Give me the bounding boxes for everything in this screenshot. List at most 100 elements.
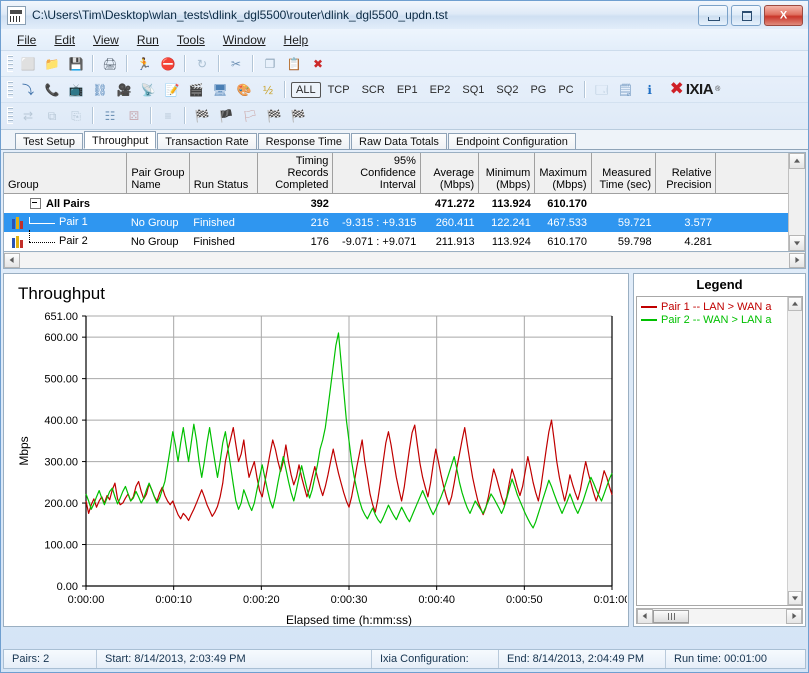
replicate-pair-icon[interactable]: ⎘ <box>65 105 87 126</box>
filter-pg-button[interactable]: PG <box>525 83 551 97</box>
report-icon[interactable]: 🗒 <box>615 79 637 100</box>
tab-response-time[interactable]: Response Time <box>257 133 351 149</box>
throughput-chart[interactable]: Throughput 0.00 100.00 200.00 300.00 400.00 5… <box>3 273 629 627</box>
paste-icon[interactable]: 📋 <box>283 53 305 74</box>
filter-ep1-button[interactable]: EP1 <box>392 83 423 97</box>
tab-transaction-rate[interactable]: Transaction Rate <box>157 133 257 149</box>
add-pair-icon[interactable]: ⤵ <box>17 79 39 100</box>
filter-tcp-button[interactable]: TCP <box>323 83 355 97</box>
legend-scroll-right-icon[interactable] <box>786 608 802 624</box>
cut-icon[interactable]: ✂ <box>225 53 247 74</box>
edit-script-icon[interactable]: 📝 <box>161 79 183 100</box>
scroll-up-icon[interactable] <box>789 153 805 169</box>
swap-endpoints-icon[interactable]: ⇄ <box>17 105 39 126</box>
run-partial-icon[interactable]: 🏳 <box>239 105 261 126</box>
add-pair-phone-icon[interactable]: 📞 <box>41 79 63 100</box>
duplicate-pair-icon[interactable]: ⧉ <box>41 105 63 126</box>
video-setup-icon[interactable]: 🎬 <box>185 79 207 100</box>
column-header-pair-group-name[interactable]: Pair Group Name <box>126 153 190 194</box>
column-header-timing-records-completed[interactable]: Timing Records Completed <box>257 153 334 194</box>
column-header-average-mbps[interactable]: Average (Mbps) <box>420 153 480 194</box>
filter-sq1-button[interactable]: SQ1 <box>457 83 489 97</box>
legend-hscroll-track[interactable] <box>689 608 786 624</box>
table-row[interactable]: Pair 2 No Group Finished 176 -9.071 : +9.071… <box>4 229 805 251</box>
run-icon[interactable]: 🏃 <box>133 53 155 74</box>
list-view-icon[interactable]: ≡ <box>157 105 179 126</box>
menu-window[interactable]: Window <box>215 31 274 49</box>
legend-scroll-thumb[interactable] <box>653 609 689 623</box>
filter-pc-button[interactable]: PC <box>553 83 578 97</box>
menu-tools[interactable]: Tools <box>169 31 213 49</box>
menu-view[interactable]: View <box>85 31 127 49</box>
add-multicast-group-icon[interactable]: ⛓ <box>89 79 111 100</box>
table-row[interactable]: Pair 1 No Group Finished 216 -9.315 : +9.315… <box>4 213 805 232</box>
refresh-icon[interactable]: ↻ <box>191 53 213 74</box>
save-icon[interactable]: 💾 <box>65 53 87 74</box>
legend-vertical-scrollbar[interactable] <box>787 297 802 605</box>
group-pairs-icon[interactable]: ☷ <box>99 105 121 126</box>
add-voip-pair-icon[interactable]: 📺 <box>65 79 87 100</box>
pair-colors-icon[interactable]: 🎨 <box>233 79 255 100</box>
filter-sq2-button[interactable]: SQ2 <box>491 83 523 97</box>
chart-area: Throughput 0.00 100.00 200.00 300.00 400.00 5… <box>3 273 806 627</box>
legend-scroll-down-icon[interactable] <box>788 591 802 605</box>
print-icon[interactable]: 🖨 <box>99 53 121 74</box>
minimize-button[interactable] <box>698 5 728 26</box>
legend-scroll-up-icon[interactable] <box>788 297 802 311</box>
scroll-down-icon[interactable] <box>789 235 805 251</box>
filter-all-button[interactable]: ALL <box>291 81 321 98</box>
hscroll-track[interactable] <box>20 252 789 268</box>
numbering-icon[interactable]: ½ <box>257 79 279 100</box>
scroll-right-icon[interactable] <box>789 252 805 268</box>
legend-item[interactable]: Pair 2 -- WAN > LAN a <box>639 313 802 326</box>
menu-run[interactable]: Run <box>129 31 167 49</box>
table-vertical-scrollbar[interactable] <box>788 153 805 251</box>
run-batch-icon[interactable]: 🏁 <box>263 105 285 126</box>
tab-endpoint-configuration[interactable]: Endpoint Configuration <box>447 133 576 149</box>
new-icon[interactable]: ⬜ <box>17 53 39 74</box>
column-header-measured-time-sec[interactable]: Measured Time (sec) <box>591 153 657 194</box>
toolbar-grip[interactable] <box>7 81 13 98</box>
add-video-pair-icon[interactable]: 🎥 <box>113 79 135 100</box>
column-header-group[interactable]: Group <box>4 153 128 194</box>
tab-raw-data-totals[interactable]: Raw Data Totals <box>351 133 447 149</box>
filter-scr-button[interactable]: SCR <box>357 83 390 97</box>
toolbar-grip[interactable] <box>7 107 13 124</box>
open-folder-icon[interactable]: 📁 <box>41 53 63 74</box>
column-header-95-confidence-interval[interactable]: 95% Confidence Interval <box>332 153 421 194</box>
collapse-expander-icon[interactable] <box>30 198 41 210</box>
pair-chart-icon[interactable] <box>12 235 25 248</box>
table-row[interactable]: All Pairs 392 471.272 113.924 610.170 <box>4 194 805 214</box>
column-header-maximum-mbps[interactable]: Maximum (Mbps) <box>534 153 592 194</box>
menu-edit[interactable]: Edit <box>46 31 83 49</box>
menu-help[interactable]: Help <box>276 31 317 49</box>
filter-ep2-button[interactable]: EP2 <box>425 83 456 97</box>
toolbar-grip[interactable] <box>7 55 13 72</box>
tab-throughput[interactable]: Throughput <box>83 131 157 149</box>
legend-item[interactable]: Pair 1 -- LAN > WAN a <box>639 300 802 313</box>
add-iptv-pair-icon[interactable]: 📡 <box>137 79 159 100</box>
delete-icon[interactable]: ✖ <box>307 53 329 74</box>
hardware-icon[interactable]: 🖥 <box>209 79 231 100</box>
column-header-relative-precision[interactable]: Relative Precision <box>655 153 717 194</box>
column-header-minimum-mbps[interactable]: Minimum (Mbps) <box>478 153 536 194</box>
table-horizontal-scrollbar[interactable] <box>3 252 806 269</box>
legend-horizontal-scrollbar[interactable] <box>636 608 803 624</box>
column-header-run-status[interactable]: Run Status <box>189 153 259 194</box>
menu-file[interactable]: File <box>9 31 44 49</box>
close-button[interactable]: X <box>764 5 803 26</box>
ungroup-pairs-icon[interactable]: ⚄ <box>123 105 145 126</box>
run-options-icon[interactable]: 🏁 <box>191 105 213 126</box>
maximize-button[interactable] <box>731 5 761 26</box>
run-test-icon[interactable]: 🏴 <box>215 105 237 126</box>
info-icon[interactable]: ℹ <box>639 79 661 100</box>
pair-chart-icon[interactable] <box>12 216 25 229</box>
scroll-left-icon[interactable] <box>4 252 20 268</box>
copy-icon[interactable]: ❐ <box>259 53 281 74</box>
finish-icon[interactable]: 🏁 <box>287 105 309 126</box>
cell-pair-group-name: No Group <box>130 235 179 248</box>
tab-test-setup[interactable]: Test Setup <box>15 133 83 149</box>
legend-scroll-left-icon[interactable] <box>637 608 653 624</box>
export-icon[interactable]: 🗔 <box>591 79 613 100</box>
stop-icon[interactable]: ⛔ <box>157 53 179 74</box>
